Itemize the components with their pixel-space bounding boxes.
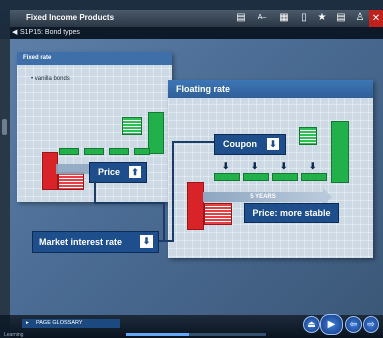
- fixed-rate-title: Fixed rate: [17, 52, 172, 65]
- document-icon[interactable]: ▯: [298, 12, 310, 24]
- connector-line: [172, 141, 174, 241]
- up-arrow-icon: ⬆: [129, 166, 141, 178]
- page-glossary-button[interactable]: ▸ PAGE GLOSSARY: [22, 319, 120, 328]
- floating-coupon-bar: [243, 173, 269, 181]
- market-rate-label: Market interest rate ⬇: [32, 231, 159, 253]
- connector-line: [94, 181, 96, 203]
- status-text: Learning: [4, 332, 24, 338]
- prev-button[interactable]: ⇦: [345, 316, 362, 333]
- coupon-bar: [109, 148, 129, 155]
- coupon-bar: [59, 148, 79, 155]
- breadcrumb-bar: ◀ S1P15: Bond types: [10, 27, 383, 39]
- floating-principal-bar: [331, 121, 349, 183]
- sidebar-handle[interactable]: [2, 119, 7, 135]
- principal-bar: [148, 112, 164, 154]
- price-label: Price ⬆: [89, 162, 147, 183]
- down-arrow-icon: ⬇: [222, 161, 230, 171]
- market-rate-text: Market interest rate: [39, 237, 123, 247]
- close-button[interactable]: ✕: [369, 10, 383, 27]
- down-arrow-icon: ⬇: [140, 235, 153, 248]
- floating-price-bar: [187, 182, 204, 230]
- floating-rate-title: Floating rate: [168, 80, 373, 98]
- five-years-bar: 5 YEARS: [203, 192, 323, 202]
- coupon-text: Coupon: [223, 139, 257, 149]
- down-arrow-icon: ⬇: [267, 138, 279, 150]
- eject-button[interactable]: ⏏: [303, 316, 320, 333]
- price-stack: [58, 172, 84, 190]
- connector-line: [94, 202, 164, 204]
- down-arrow-icon: ⬇: [280, 161, 288, 171]
- down-arrow-icon: ⬇: [251, 161, 259, 171]
- star-icon[interactable]: ★: [316, 12, 328, 24]
- glossary-arrow-icon: ▸: [26, 320, 29, 326]
- connector-line: [172, 141, 214, 143]
- floating-coupon-stack: [299, 127, 317, 145]
- floating-coupon-bar: [301, 173, 327, 181]
- breadcrumb: S1P15: Bond types: [20, 29, 80, 36]
- play-button[interactable]: ▶: [320, 314, 343, 335]
- back-arrow-icon[interactable]: ◀: [12, 28, 17, 36]
- alphabet-icon[interactable]: A–: [256, 12, 268, 24]
- price-text: Price: [98, 167, 121, 177]
- coupon-bar: [84, 148, 104, 155]
- notes-icon[interactable]: ▤: [335, 12, 347, 24]
- vanilla-bonds-text: • vanilla bonds: [31, 76, 70, 82]
- person-icon[interactable]: ♙: [354, 12, 366, 24]
- price-stable-label: Price: more stable: [244, 203, 339, 223]
- connector-line: [157, 240, 174, 242]
- glossary-text: PAGE GLOSSARY: [36, 320, 83, 326]
- down-arrow-icon: ⬇: [309, 161, 317, 171]
- coupon-label: Coupon ⬇: [214, 134, 286, 155]
- floating-coupon-bar: [214, 173, 240, 181]
- progress-bar: [126, 333, 266, 336]
- floating-price-stack: [204, 203, 232, 225]
- app-window: Fixed Income Products ▤ A– ▦ ▯ ★ ▤ ♙ ✕ ◀…: [0, 0, 383, 338]
- connector-line: [163, 202, 165, 240]
- title-bar: Fixed Income Products ▤ A– ▦ ▯ ★ ▤ ♙ ✕: [10, 10, 383, 28]
- book-icon[interactable]: ▤: [235, 12, 247, 24]
- app-title: Fixed Income Products: [26, 13, 115, 22]
- dictionary-icon[interactable]: ▦: [278, 12, 290, 24]
- progress-fill: [126, 333, 189, 336]
- coupon-stack: [122, 117, 142, 135]
- next-button[interactable]: ⇨: [363, 316, 379, 333]
- coupon-bar: [134, 148, 150, 155]
- floating-coupon-bar: [272, 173, 298, 181]
- left-sidebar: [0, 39, 10, 315]
